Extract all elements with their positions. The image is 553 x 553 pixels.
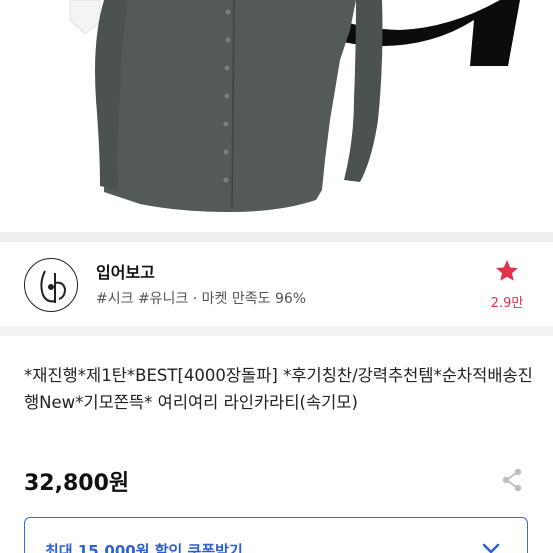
product-photo-illustration — [69, 0, 520, 212]
store-info-row[interactable]: 입어보고 #시크 #유니크 · 마켓 만족도 96% 2.9만 — [0, 242, 553, 326]
chevron-down-icon — [481, 540, 501, 553]
section-divider — [0, 232, 553, 242]
favorite-button[interactable]: 2.9만 — [487, 258, 527, 311]
star-icon — [496, 260, 518, 281]
section-separator — [0, 326, 553, 336]
store-name[interactable]: 입어보고 — [96, 259, 155, 283]
store-logo[interactable] — [24, 258, 78, 312]
store-logo-icon — [40, 270, 67, 303]
product-title: *재진행*제1탄*BEST[4000장돌파] *후기칭찬/강력추천템*순차적배송… — [24, 366, 533, 412]
product-price: 32,800원 — [24, 471, 130, 496]
coupon-label: 최대 15,000원 할인 쿠폰받기 — [45, 542, 243, 553]
favorite-count: 2.9만 — [490, 296, 524, 311]
coupon-button[interactable]: 최대 15,000원 할인 쿠폰받기 — [24, 517, 528, 553]
store-tags: #시크 #유니크 · 마켓 만족도 96% — [96, 291, 307, 307]
product-image[interactable] — [0, 0, 553, 232]
share-icon — [502, 468, 522, 492]
share-button[interactable] — [501, 468, 523, 496]
